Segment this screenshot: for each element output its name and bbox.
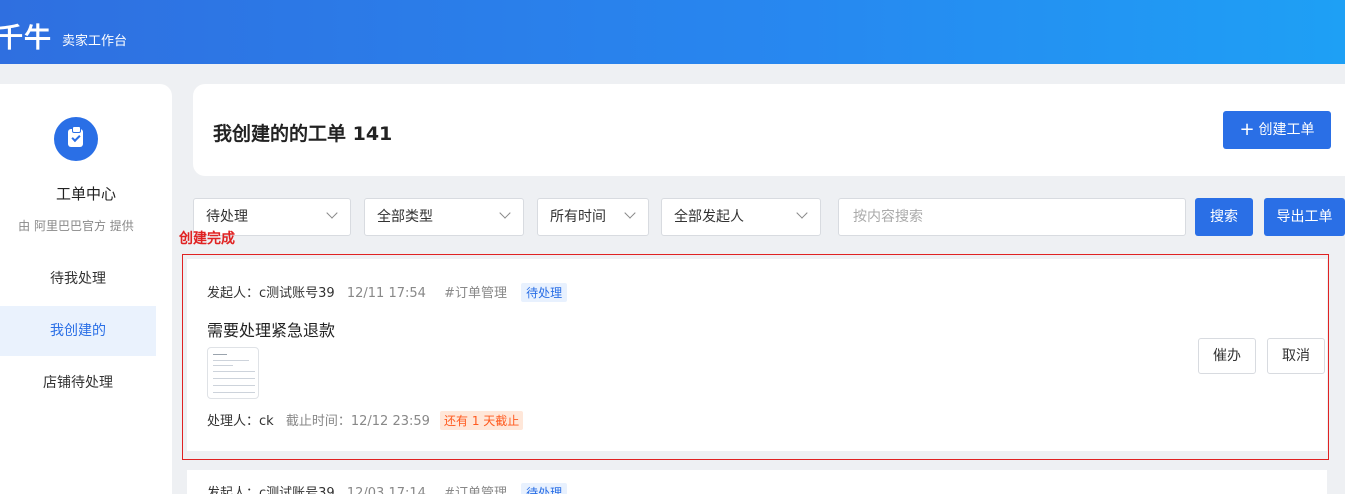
initiator-label: 发起人： — [207, 486, 260, 494]
header-card: 我创建的的工单 141 + 创建工单 — [193, 84, 1345, 176]
app-logo[interactable]: 千牛 — [0, 16, 52, 55]
time-select-value: 所有时间 — [550, 209, 606, 225]
type-select-value: 全部类型 — [377, 209, 433, 225]
type-select[interactable]: 全部类型 — [364, 198, 524, 236]
ticket-category: #订单管理 — [444, 486, 507, 494]
page-title: 我创建的的工单 141 — [213, 123, 393, 145]
chevron-down-icon — [624, 207, 636, 219]
top-bar: 千牛 卖家工作台 — [0, 0, 1345, 64]
initiator-name: c测试账号39 — [259, 486, 335, 494]
chevron-down-icon — [796, 207, 808, 219]
plus-icon: + — [1239, 119, 1255, 140]
status-badge: 待处理 — [521, 483, 568, 494]
chevron-down-icon — [326, 207, 338, 219]
search-button[interactable]: 搜索 — [1195, 198, 1253, 236]
ticket-card[interactable]: 发起人：c测试账号39 12/03 17:14 #订单管理 待处理 — [187, 470, 1327, 494]
create-ticket-label: 创建工单 — [1258, 122, 1315, 138]
app-subtitle: 卖家工作台 — [62, 34, 128, 49]
status-select-value: 待处理 — [206, 209, 248, 225]
sidebar: 工单中心 由 阿里巴巴官方 提供 待我处理 我创建的 店铺待处理 — [0, 84, 172, 494]
ticket-meta: 发起人：c测试账号39 12/03 17:14 #订单管理 待处理 — [207, 482, 568, 494]
initiator-select-value: 全部发起人 — [674, 209, 744, 225]
sidebar-provider: 由 阿里巴巴官方 提供 — [18, 219, 134, 233]
ticket-time: 12/03 17:14 — [346, 486, 426, 494]
highlight-box — [182, 254, 1329, 460]
create-ticket-button[interactable]: + 创建工单 — [1223, 111, 1331, 149]
sidebar-title: 工单中心 — [55, 185, 116, 203]
clipboard-check-icon — [54, 117, 98, 161]
created-annotation: 创建完成 — [179, 231, 235, 247]
chevron-down-icon — [499, 207, 511, 219]
sidebar-item-created[interactable]: 我创建的 — [0, 306, 156, 356]
sidebar-item-pending[interactable]: 待我处理 — [0, 254, 156, 304]
initiator-select[interactable]: 全部发起人 — [661, 198, 821, 236]
export-button[interactable]: 导出工单 — [1264, 198, 1345, 236]
search-input[interactable]: 按内容搜索 — [838, 198, 1186, 236]
sidebar-item-shop-pending[interactable]: 店铺待处理 — [0, 358, 156, 408]
time-select[interactable]: 所有时间 — [537, 198, 649, 236]
